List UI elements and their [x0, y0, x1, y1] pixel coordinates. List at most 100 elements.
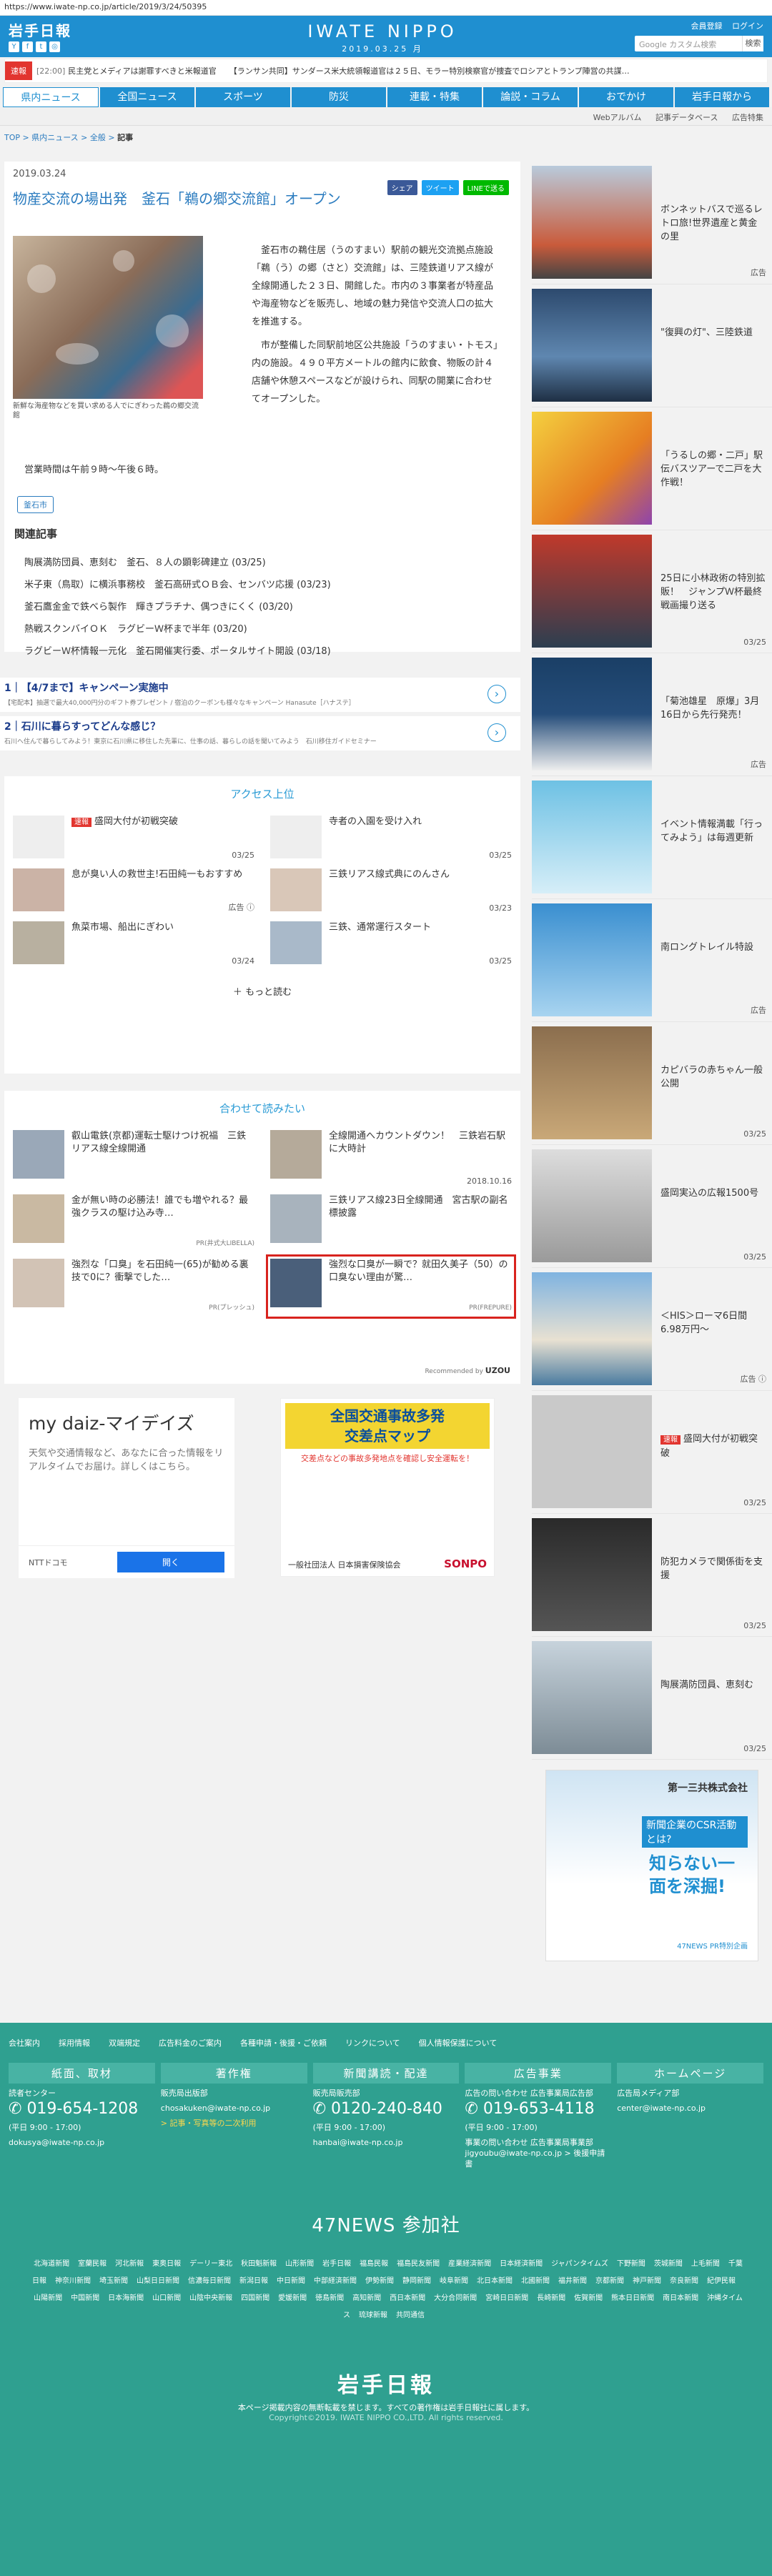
secondary-use-link[interactable]: > 記事・写真等の二次利用	[161, 2118, 307, 2129]
partner-paper-link[interactable]: 愛媛新聞	[278, 2294, 307, 2302]
ranking-item[interactable]: 三鉄、通常運行スタート 03/25	[270, 921, 512, 966]
partner-paper-link[interactable]: 山形新聞	[285, 2260, 314, 2268]
ticker-item[interactable]: 民主党とメディアは謝罪すべきと米報道官	[68, 65, 216, 76]
partner-paper-link[interactable]: 信濃毎日新聞	[188, 2277, 231, 2285]
recommend-item[interactable]: 強烈な「口臭」を石田純一(65)が勧める裏技で0に？衝撃でした… PR(プレッシュ…	[13, 1259, 254, 1314]
recommend-item[interactable]: 叡山電鉄(京都)運転士駆けつけ祝福 三鉄リアス線全線開通	[13, 1130, 254, 1186]
partner-paper-link[interactable]: 中国新聞	[71, 2294, 99, 2302]
partner-paper-link[interactable]: 中日新聞	[277, 2277, 305, 2285]
center-logo[interactable]: IWATE NIPPO 2019.03.25 月	[307, 21, 457, 54]
article-photo[interactable]: 新鮮な海産物などを買い求める人でにぎわった鵜の郷交流館	[13, 236, 203, 420]
partner-paper-link[interactable]: 室蘭民報	[78, 2260, 107, 2268]
search-button[interactable]: 検索	[742, 36, 763, 51]
partner-paper-link[interactable]: 伊勢新聞	[365, 2277, 394, 2285]
site-logo[interactable]: 岩手日報	[9, 19, 71, 40]
ad-open-button[interactable]: 開く	[117, 1552, 224, 1572]
partner-paper-link[interactable]: 埼玉新聞	[99, 2277, 128, 2285]
recommend-item-highlighted[interactable]: 強烈な口臭が一瞬で？就田久美子（50）の口臭ない理由が驚… PR(FREPURE)	[266, 1254, 516, 1319]
nav-features[interactable]: 連載・特集	[387, 87, 482, 107]
partner-paper-link[interactable]: 熊本日日新聞	[611, 2294, 654, 2302]
partner-paper-link[interactable]: 京都新聞	[595, 2277, 624, 2285]
footer-link[interactable]: 広告料金のご案内	[159, 2037, 222, 2049]
related-link[interactable]: 米子東（鳥取）に横浜事務校 釜石高研式ＯＢ会、センバツ応援 (03/23)	[24, 574, 331, 596]
partner-paper-link[interactable]: 北海道新聞	[34, 2260, 69, 2268]
facebook-share-button[interactable]: シェア	[387, 180, 417, 195]
partner-paper-link[interactable]: 山梨日日新聞	[137, 2277, 179, 2285]
partner-paper-link[interactable]: 四国新聞	[241, 2294, 269, 2302]
partner-paper-link[interactable]: 河北新報	[115, 2260, 144, 2268]
tag-kamaishi[interactable]: 釜石市	[17, 496, 54, 513]
youtube-icon[interactable]: Y	[9, 41, 19, 52]
login-link[interactable]: ログイン	[732, 21, 763, 31]
partner-paper-link[interactable]: 東奥日報	[152, 2260, 181, 2268]
email-link[interactable]: 事業の問い合わせ 広告事業局事業部 jigyoubu@iwate-np.co.j…	[465, 2137, 611, 2169]
partner-paper-link[interactable]: 高知新聞	[352, 2294, 381, 2302]
footer-link[interactable]: 双端規定	[109, 2037, 140, 2049]
partner-paper-link[interactable]: 山口新聞	[152, 2294, 181, 2302]
breadcrumb-local[interactable]: 県内ニュース	[31, 133, 78, 142]
partner-paper-link[interactable]: 徳島新聞	[315, 2294, 344, 2302]
partner-paper-link[interactable]: 中部経済新聞	[314, 2277, 357, 2285]
partner-paper-link[interactable]: 静岡新聞	[402, 2277, 431, 2285]
chevron-right-icon[interactable]: ›	[488, 685, 506, 703]
phone-number[interactable]: ✆ 0120-240-840	[313, 2100, 460, 2118]
nav-from-nippo[interactable]: 岩手日報から	[675, 87, 769, 107]
partner-paper-link[interactable]: 山陰中央新報	[189, 2294, 232, 2302]
partner-paper-link[interactable]: 宮崎日日新聞	[485, 2294, 528, 2302]
partner-paper-link[interactable]: 山陽新聞	[34, 2294, 62, 2302]
ad-traffic-map[interactable]: 全国交通事故多発 交差点マップ 交差点などの事故多発地点を確認し安全運転を！ 一般…	[280, 1398, 495, 1577]
nav-sports[interactable]: スポーツ	[196, 87, 290, 107]
partner-paper-link[interactable]: 新潟日報	[239, 2277, 268, 2285]
partner-paper-link[interactable]: 福島民報	[360, 2260, 388, 2268]
footer-logo[interactable]: 岩手日報	[0, 2367, 772, 2399]
line-share-button[interactable]: LINEで送る	[462, 180, 509, 195]
sidebar-item[interactable]: 速報 盛岡大付が初戦突破 03/25	[532, 1391, 772, 1514]
sidebar-item[interactable]: 「うるしの郷・二戸」駅伝バスツアーで二戸を大作戦！	[532, 407, 772, 530]
breadcrumb-general[interactable]: 全般	[90, 133, 106, 142]
ranking-item[interactable]: 速報 盛岡大付が初戦突破 03/25	[13, 816, 254, 860]
footer-link[interactable]: 採用情報	[59, 2037, 90, 2049]
partner-paper-link[interactable]: 岐阜新聞	[440, 2277, 468, 2285]
email-link[interactable]: chosakuken@iwate-np.co.jp	[161, 2103, 307, 2114]
subnav-ad-special[interactable]: 広告特集	[732, 113, 763, 122]
sidebar-item[interactable]: 南ロングトレイル特設 広告	[532, 899, 772, 1022]
partner-paper-link[interactable]: 秋田魁新報	[241, 2260, 277, 2268]
partner-paper-link[interactable]: デーリー東北	[189, 2260, 232, 2268]
ranking-item[interactable]: 魚菜市場、船出にぎわい 03/24	[13, 921, 254, 966]
text-ad[interactable]: 1｜【4/7まで】キャンペーン実施中 【宅配本】抽選で最大40,000円分のギフ…	[0, 678, 520, 712]
breadcrumb-top[interactable]: TOP	[4, 133, 20, 142]
partner-paper-link[interactable]: 下野新聞	[617, 2260, 645, 2268]
nav-outing[interactable]: おでかけ	[579, 87, 673, 107]
partner-paper-link[interactable]: 西日本新聞	[390, 2294, 425, 2302]
partner-paper-link[interactable]: ジャパンタイムズ	[551, 2260, 608, 2268]
footer-link[interactable]: 会社案内	[9, 2037, 40, 2049]
sidebar-item[interactable]: ボンネットバスで巡るレトロ旅!世界遺産と黄金の里 広告	[532, 162, 772, 284]
sidebar-item[interactable]: 盛岡実込の広報1500号 03/25	[532, 1145, 772, 1268]
partner-paper-link[interactable]: 上毛新聞	[691, 2260, 720, 2268]
ranking-item[interactable]: 三鉄リアス線式典にのんさん 03/23	[270, 868, 512, 913]
partner-paper-link[interactable]: 北國新聞	[521, 2277, 550, 2285]
email-link[interactable]: center@iwate-np.co.jp	[617, 2103, 763, 2114]
recommend-item[interactable]: 金が無い時の必勝法！誰でも増やれる？最強クラスの駆け込み寺… PR(井式大LIBE…	[13, 1194, 254, 1250]
email-link[interactable]: hanbai@iwate-np.co.jp	[313, 2137, 460, 2148]
nav-national-news[interactable]: 全国ニュース	[100, 87, 194, 107]
more-link[interactable]: ＋ もっと読む	[13, 984, 512, 998]
partner-paper-link[interactable]: 奈良新聞	[670, 2277, 698, 2285]
footer-link[interactable]: リンクについて	[345, 2037, 400, 2049]
nav-local-news[interactable]: 県内ニュース	[3, 87, 99, 107]
related-link[interactable]: ラグビーＷ杯情報一元化 釜石開催実行委、ポータルサイト開設 (03/18)	[24, 640, 331, 663]
recommend-item[interactable]: 全線開通へカウントダウン！ 三鉄岩石駅に大時計 2018.10.16	[270, 1130, 512, 1186]
partner-paper-link[interactable]: 大分合同新聞	[434, 2294, 477, 2302]
tweet-button[interactable]: ツイート	[421, 180, 459, 195]
sidebar-item[interactable]: イベント情報満載「行ってみよう」は毎週更新	[532, 776, 772, 899]
twitter-icon[interactable]: t	[36, 41, 46, 52]
partner-paper-link[interactable]: 日本経済新聞	[500, 2260, 543, 2268]
partner-paper-link[interactable]: 産業経済新聞	[448, 2260, 491, 2268]
sidebar-item[interactable]: カピバラの赤ちゃん一般公開 03/25	[532, 1022, 772, 1145]
footer-link[interactable]: 各種申請・後援・ご依頼	[240, 2037, 327, 2049]
partner-paper-link[interactable]: 岩手日報	[322, 2260, 351, 2268]
partner-paper-link[interactable]: 長崎新聞	[537, 2294, 565, 2302]
related-link[interactable]: 陶展満防団員、恵刻む 釜石、８人の顕彰碑建立 (03/25)	[24, 552, 331, 574]
footer-link[interactable]: 個人情報保護について	[419, 2037, 498, 2049]
partner-paper-link[interactable]: 紀伊民報	[707, 2277, 736, 2285]
